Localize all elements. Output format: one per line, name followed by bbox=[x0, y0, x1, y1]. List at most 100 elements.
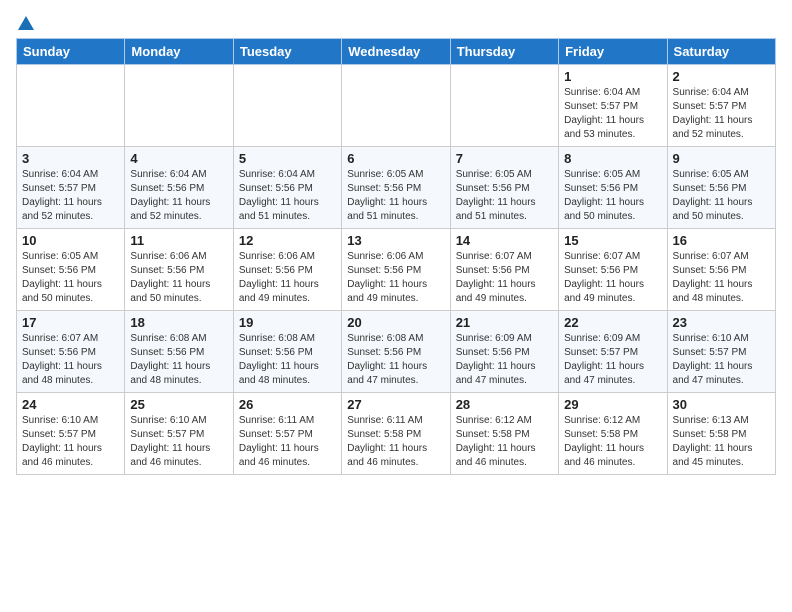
day-info: Sunrise: 6:06 AM Sunset: 5:56 PM Dayligh… bbox=[347, 250, 444, 306]
day-number: 1 bbox=[564, 69, 661, 84]
calendar-header-saturday: Saturday bbox=[667, 39, 775, 65]
day-number: 28 bbox=[456, 397, 553, 412]
day-number: 15 bbox=[564, 233, 661, 248]
calendar-cell: 23 Sunrise: 6:10 AM Sunset: 5:57 PM Dayli… bbox=[667, 311, 775, 393]
day-info: Sunrise: 6:08 AM Sunset: 5:56 PM Dayligh… bbox=[130, 332, 227, 388]
day-number: 30 bbox=[673, 397, 770, 412]
day-number: 29 bbox=[564, 397, 661, 412]
calendar-cell: 26 Sunrise: 6:11 AM Sunset: 5:57 PM Dayli… bbox=[233, 393, 341, 475]
day-info: Sunrise: 6:10 AM Sunset: 5:57 PM Dayligh… bbox=[673, 332, 770, 388]
day-info: Sunrise: 6:10 AM Sunset: 5:57 PM Dayligh… bbox=[22, 414, 119, 470]
day-info: Sunrise: 6:05 AM Sunset: 5:56 PM Dayligh… bbox=[456, 168, 553, 224]
day-number: 4 bbox=[130, 151, 227, 166]
calendar-cell bbox=[233, 65, 341, 147]
calendar-cell: 16Sunrise: 6:07 AM Sunset: 5:56 PM Dayli… bbox=[667, 229, 775, 311]
calendar-header-wednesday: Wednesday bbox=[342, 39, 450, 65]
calendar-cell: 24 Sunrise: 6:10 AM Sunset: 5:57 PM Dayli… bbox=[17, 393, 125, 475]
calendar-header-row: SundayMondayTuesdayWednesdayThursdayFrid… bbox=[17, 39, 776, 65]
day-info: Sunrise: 6:09 AM Sunset: 5:56 PM Dayligh… bbox=[456, 332, 553, 388]
calendar-cell: 8 Sunrise: 6:05 AM Sunset: 5:56 PM Daylig… bbox=[559, 147, 667, 229]
day-info: Sunrise: 6:08 AM Sunset: 5:56 PM Dayligh… bbox=[347, 332, 444, 388]
calendar-cell: 4 Sunrise: 6:04 AM Sunset: 5:56 PM Daylig… bbox=[125, 147, 233, 229]
day-number: 19 bbox=[239, 315, 336, 330]
day-number: 17 bbox=[22, 315, 119, 330]
logo-text bbox=[16, 16, 34, 32]
day-info: Sunrise: 6:13 AM Sunset: 5:58 PM Dayligh… bbox=[673, 414, 770, 470]
day-info: Sunrise: 6:06 AM Sunset: 5:56 PM Dayligh… bbox=[239, 250, 336, 306]
day-info: Sunrise: 6:10 AM Sunset: 5:57 PM Dayligh… bbox=[130, 414, 227, 470]
day-number: 27 bbox=[347, 397, 444, 412]
calendar-cell bbox=[342, 65, 450, 147]
day-info: Sunrise: 6:09 AM Sunset: 5:57 PM Dayligh… bbox=[564, 332, 661, 388]
day-info: Sunrise: 6:07 AM Sunset: 5:56 PM Dayligh… bbox=[22, 332, 119, 388]
day-info: Sunrise: 6:05 AM Sunset: 5:56 PM Dayligh… bbox=[673, 168, 770, 224]
day-info: Sunrise: 6:12 AM Sunset: 5:58 PM Dayligh… bbox=[456, 414, 553, 470]
day-number: 14 bbox=[456, 233, 553, 248]
calendar-cell: 10 Sunrise: 6:05 AM Sunset: 5:56 PM Dayli… bbox=[17, 229, 125, 311]
day-info: Sunrise: 6:11 AM Sunset: 5:58 PM Dayligh… bbox=[347, 414, 444, 470]
day-number: 5 bbox=[239, 151, 336, 166]
day-info: Sunrise: 6:04 AM Sunset: 5:56 PM Dayligh… bbox=[130, 168, 227, 224]
calendar-cell: 27 Sunrise: 6:11 AM Sunset: 5:58 PM Dayli… bbox=[342, 393, 450, 475]
calendar-cell: 1Sunrise: 6:04 AM Sunset: 5:57 PM Daylig… bbox=[559, 65, 667, 147]
calendar-cell: 3 Sunrise: 6:04 AM Sunset: 5:57 PM Daylig… bbox=[17, 147, 125, 229]
header bbox=[16, 16, 776, 28]
day-number: 9 bbox=[673, 151, 770, 166]
logo-triangle bbox=[18, 16, 34, 30]
calendar-cell: 30 Sunrise: 6:13 AM Sunset: 5:58 PM Dayli… bbox=[667, 393, 775, 475]
calendar-week-4: 17 Sunrise: 6:07 AM Sunset: 5:56 PM Dayli… bbox=[17, 311, 776, 393]
calendar-cell: 6 Sunrise: 6:05 AM Sunset: 5:56 PM Daylig… bbox=[342, 147, 450, 229]
day-number: 24 bbox=[22, 397, 119, 412]
day-number: 26 bbox=[239, 397, 336, 412]
day-number: 23 bbox=[673, 315, 770, 330]
day-info: Sunrise: 6:07 AM Sunset: 5:56 PM Dayligh… bbox=[673, 250, 770, 306]
day-number: 11 bbox=[130, 233, 227, 248]
calendar-header-tuesday: Tuesday bbox=[233, 39, 341, 65]
day-info: Sunrise: 6:04 AM Sunset: 5:57 PM Dayligh… bbox=[22, 168, 119, 224]
day-number: 6 bbox=[347, 151, 444, 166]
calendar-header-friday: Friday bbox=[559, 39, 667, 65]
day-info: Sunrise: 6:07 AM Sunset: 5:56 PM Dayligh… bbox=[456, 250, 553, 306]
calendar-week-5: 24 Sunrise: 6:10 AM Sunset: 5:57 PM Dayli… bbox=[17, 393, 776, 475]
logo bbox=[16, 16, 34, 28]
calendar-cell: 17 Sunrise: 6:07 AM Sunset: 5:56 PM Dayli… bbox=[17, 311, 125, 393]
day-number: 21 bbox=[456, 315, 553, 330]
calendar-cell: 21 Sunrise: 6:09 AM Sunset: 5:56 PM Dayli… bbox=[450, 311, 558, 393]
day-number: 20 bbox=[347, 315, 444, 330]
calendar-cell: 13 Sunrise: 6:06 AM Sunset: 5:56 PM Dayli… bbox=[342, 229, 450, 311]
day-info: Sunrise: 6:05 AM Sunset: 5:56 PM Dayligh… bbox=[22, 250, 119, 306]
calendar-header-monday: Monday bbox=[125, 39, 233, 65]
calendar-cell: 19Sunrise: 6:08 AM Sunset: 5:56 PM Dayli… bbox=[233, 311, 341, 393]
day-number: 7 bbox=[456, 151, 553, 166]
day-info: Sunrise: 6:04 AM Sunset: 5:56 PM Dayligh… bbox=[239, 168, 336, 224]
calendar-cell: 14 Sunrise: 6:07 AM Sunset: 5:56 PM Dayli… bbox=[450, 229, 558, 311]
calendar-cell: 2Sunrise: 6:04 AM Sunset: 5:57 PM Daylig… bbox=[667, 65, 775, 147]
day-number: 13 bbox=[347, 233, 444, 248]
day-number: 3 bbox=[22, 151, 119, 166]
calendar-cell bbox=[450, 65, 558, 147]
day-number: 2 bbox=[673, 69, 770, 84]
calendar-cell: 5 Sunrise: 6:04 AM Sunset: 5:56 PM Daylig… bbox=[233, 147, 341, 229]
day-number: 22 bbox=[564, 315, 661, 330]
calendar-cell: 25Sunrise: 6:10 AM Sunset: 5:57 PM Dayli… bbox=[125, 393, 233, 475]
day-number: 8 bbox=[564, 151, 661, 166]
calendar-table: SundayMondayTuesdayWednesdayThursdayFrid… bbox=[16, 38, 776, 475]
day-number: 12 bbox=[239, 233, 336, 248]
calendar-cell: 18 Sunrise: 6:08 AM Sunset: 5:56 PM Dayli… bbox=[125, 311, 233, 393]
day-number: 10 bbox=[22, 233, 119, 248]
calendar-cell: 9 Sunrise: 6:05 AM Sunset: 5:56 PM Daylig… bbox=[667, 147, 775, 229]
calendar-week-1: 1Sunrise: 6:04 AM Sunset: 5:57 PM Daylig… bbox=[17, 65, 776, 147]
calendar-cell: 15 Sunrise: 6:07 AM Sunset: 5:56 PM Dayli… bbox=[559, 229, 667, 311]
day-info: Sunrise: 6:05 AM Sunset: 5:56 PM Dayligh… bbox=[564, 168, 661, 224]
calendar-header-thursday: Thursday bbox=[450, 39, 558, 65]
day-info: Sunrise: 6:12 AM Sunset: 5:58 PM Dayligh… bbox=[564, 414, 661, 470]
day-info: Sunrise: 6:05 AM Sunset: 5:56 PM Dayligh… bbox=[347, 168, 444, 224]
day-info: Sunrise: 6:11 AM Sunset: 5:57 PM Dayligh… bbox=[239, 414, 336, 470]
calendar-cell: 7 Sunrise: 6:05 AM Sunset: 5:56 PM Daylig… bbox=[450, 147, 558, 229]
day-info: Sunrise: 6:06 AM Sunset: 5:56 PM Dayligh… bbox=[130, 250, 227, 306]
day-info: Sunrise: 6:07 AM Sunset: 5:56 PM Dayligh… bbox=[564, 250, 661, 306]
calendar-cell: 29 Sunrise: 6:12 AM Sunset: 5:58 PM Dayli… bbox=[559, 393, 667, 475]
day-number: 18 bbox=[130, 315, 227, 330]
calendar-cell: 11 Sunrise: 6:06 AM Sunset: 5:56 PM Dayli… bbox=[125, 229, 233, 311]
calendar-cell: 20 Sunrise: 6:08 AM Sunset: 5:56 PM Dayli… bbox=[342, 311, 450, 393]
